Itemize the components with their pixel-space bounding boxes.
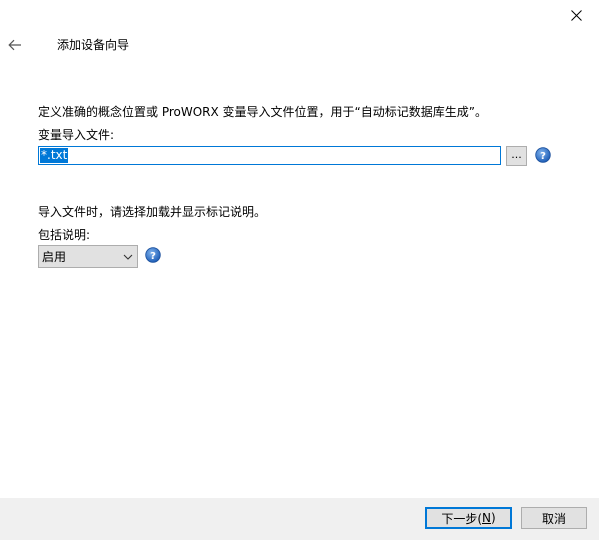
cancel-button[interactable]: 取消 (521, 507, 587, 529)
svg-text:?: ? (150, 251, 156, 262)
variable-import-file-input[interactable]: *.txt (38, 146, 501, 165)
next-button-close-paren: ) (490, 511, 496, 525)
footer-bar: 下一步(N) 取消 (0, 498, 599, 540)
file-input-value: *.txt (40, 148, 69, 163)
next-button-text: 下一步( (441, 511, 482, 526)
close-button[interactable] (553, 0, 599, 30)
wizard-title: 添加设备向导 (57, 38, 130, 52)
back-arrow-icon (8, 39, 21, 51)
help-icon[interactable]: ? (145, 247, 161, 263)
close-icon (570, 9, 582, 21)
include-description-value: 启用 (42, 250, 67, 264)
import-note-text: 导入文件时，请选择加载并显示标记说明。 (38, 205, 267, 219)
variable-import-file-label: 变量导入文件: (38, 128, 115, 142)
next-button[interactable]: 下一步(N) (425, 507, 512, 529)
chevron-down-icon (123, 254, 133, 260)
browse-button[interactable]: ... (506, 146, 527, 166)
help-icon[interactable]: ? (535, 147, 551, 163)
include-description-label: 包括说明: (38, 228, 91, 242)
next-button-access-key: N (482, 511, 491, 525)
back-button[interactable] (4, 34, 26, 56)
svg-text:?: ? (540, 151, 546, 162)
description-text: 定义准确的概念位置或 ProWORX 变量导入文件位置，用于“自动标记数据库生成… (38, 105, 487, 119)
include-description-select[interactable]: 启用 (38, 245, 138, 268)
